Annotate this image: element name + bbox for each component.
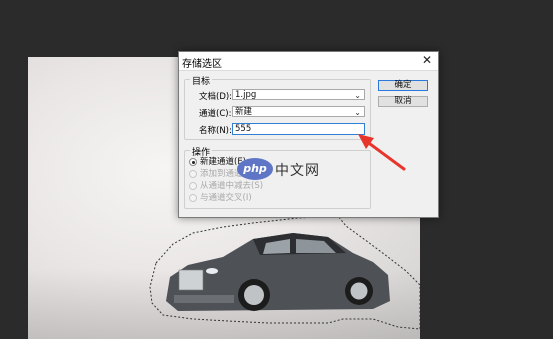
- cancel-button[interactable]: 取消: [378, 96, 428, 107]
- close-icon[interactable]: ✕: [420, 53, 434, 68]
- dialog-title: 存储选区: [182, 59, 222, 70]
- car-rim-front: [244, 285, 264, 305]
- dialog-title-bar[interactable]: 存储选区 ✕: [179, 52, 438, 71]
- name-label: 名称(N):: [199, 126, 232, 136]
- channel-value: 新建: [235, 107, 253, 117]
- save-selection-dialog: 存储选区 ✕ 目标 文档(D): 1.jpg ⌄ 通道(C): 新建 ⌄ 名称(…: [178, 51, 439, 218]
- name-input[interactable]: 555: [232, 123, 365, 135]
- channel-label: 通道(C):: [199, 109, 232, 119]
- car-grille: [178, 269, 204, 291]
- document-label: 文档(D):: [199, 92, 233, 102]
- target-group-title: 目标: [190, 74, 213, 87]
- watermark-text: 中文网: [275, 163, 320, 179]
- radio-button[interactable]: [189, 158, 197, 166]
- name-value: 555: [235, 124, 252, 134]
- radio-label: 从通道中减去(S): [200, 181, 264, 191]
- car-bumper: [174, 295, 234, 303]
- document-select[interactable]: 1.jpg ⌄: [232, 89, 365, 100]
- chevron-down-icon: ⌄: [354, 91, 361, 100]
- channel-select[interactable]: 新建 ⌄: [232, 106, 365, 117]
- radio-button[interactable]: [189, 170, 197, 178]
- radio-label: 添加到通道: [200, 169, 243, 179]
- car-rim-rear: [350, 282, 368, 300]
- chevron-down-icon: ⌄: [354, 108, 361, 117]
- radio-button[interactable]: [189, 194, 197, 202]
- ok-button[interactable]: 确定: [378, 80, 428, 91]
- radio-button[interactable]: [189, 182, 197, 190]
- radio-label: 与通道交叉(I): [200, 193, 252, 203]
- car-headlight: [206, 268, 218, 274]
- php-logo-badge: php: [237, 158, 273, 180]
- document-value: 1.jpg: [235, 90, 257, 100]
- target-group: 目标 文档(D): 1.jpg ⌄ 通道(C): 新建 ⌄ 名称(N): 555: [184, 74, 371, 140]
